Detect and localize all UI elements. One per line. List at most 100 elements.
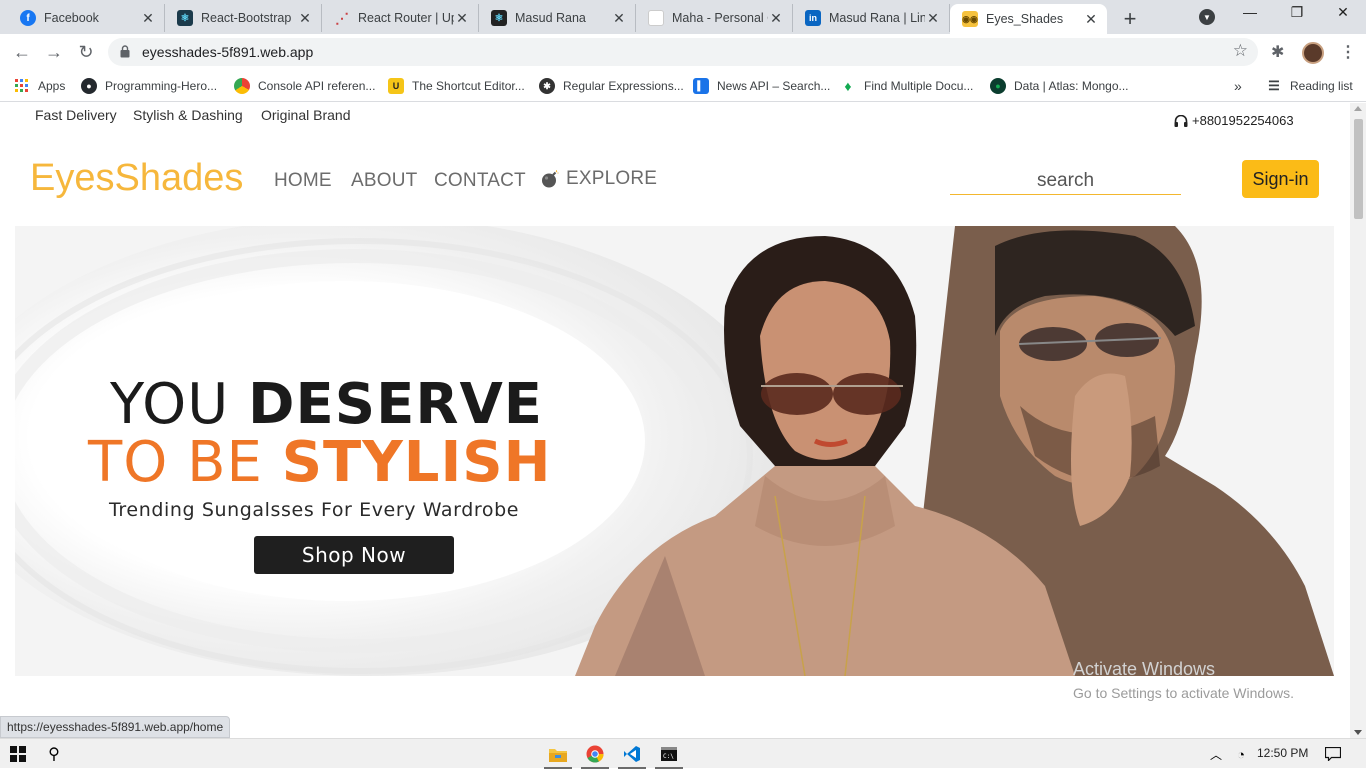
bomb-icon — [542, 170, 559, 188]
new-tab-icon[interactable]: + — [1120, 6, 1140, 32]
chrome-icon — [234, 78, 250, 94]
lock-icon — [120, 45, 130, 58]
bookmark-label: Apps — [38, 79, 66, 93]
tab-title: Masud Rana — [515, 11, 586, 25]
mongodb-leaf-icon: ♦ — [844, 78, 852, 94]
bookmark-label: Regular Expressions... — [563, 79, 684, 93]
nav-contact[interactable]: CONTACT — [434, 170, 526, 192]
address-bar[interactable]: eyesshades-5f891.web.app ☆ — [108, 38, 1258, 66]
status-bar-url: https://eyesshades-5f891.web.app/home — [0, 716, 231, 738]
hero-line1-light: YOU — [110, 372, 249, 437]
nav-explore[interactable]: EXPLORE — [541, 168, 657, 190]
sign-in-button[interactable]: Sign-in — [1242, 160, 1319, 198]
chrome-taskbar-icon[interactable] — [585, 744, 605, 764]
reading-list-icon: ☰ — [1268, 78, 1280, 93]
reload-icon[interactable]: ↻ — [74, 40, 98, 64]
extensions-icon[interactable]: ✱ — [1271, 42, 1284, 62]
forward-icon[interactable]: → — [42, 40, 66, 64]
minimize-icon[interactable]: — — [1240, 4, 1260, 20]
hero-headline-line1: YOU DESERVE — [110, 372, 543, 437]
browser-toolbar: ← → ↻ eyesshades-5f891.web.app ☆ ✱ ⋮ — [0, 34, 1366, 70]
bookmark-console-api[interactable]: Console API referen... — [234, 76, 375, 96]
tab-masud-rana[interactable]: ⚛ Masud Rana ✕ — [479, 4, 636, 32]
scroll-down-icon[interactable] — [1354, 730, 1362, 735]
bookmark-atlas[interactable]: ● Data | Atlas: Mongo... — [990, 76, 1129, 96]
top-link-fast-delivery: Fast Delivery — [35, 107, 117, 123]
tab-search-icon[interactable]: ▼ — [1199, 9, 1215, 25]
bookmark-label: The Shortcut Editor... — [412, 79, 525, 93]
hero-line2-light: TO BE — [88, 430, 282, 495]
windows-start-icon[interactable] — [8, 744, 28, 764]
chevron-up-icon[interactable]: ︿ — [1206, 744, 1226, 764]
tab-facebook[interactable]: f Facebook ✕ — [8, 4, 165, 32]
site-logo[interactable]: EyesShades — [30, 157, 243, 200]
nav-about[interactable]: ABOUT — [351, 170, 417, 192]
shop-now-button[interactable]: Shop Now — [254, 536, 454, 574]
bookmark-label: Console API referen... — [258, 79, 376, 93]
bookmark-regex[interactable]: ✱ Regular Expressions... — [539, 76, 684, 96]
bookmark-label: Programming-Hero... — [105, 79, 218, 93]
hero-line1-bold: DESERVE — [248, 372, 544, 437]
svg-text:C:\: C:\ — [663, 753, 674, 760]
tab-react-bootstrap[interactable]: ⚛ React-Bootstrap ✕ — [165, 4, 322, 32]
regex-icon: ✱ — [539, 78, 555, 94]
menu-kebab-icon[interactable]: ⋮ — [1340, 42, 1356, 62]
activate-windows-title: Activate Windows — [1073, 659, 1216, 679]
react-icon: ⚛ — [491, 10, 507, 26]
tab-react-router[interactable]: ⋰ React Router | Up ✕ — [322, 4, 479, 32]
close-tab-icon[interactable]: ✕ — [1083, 11, 1099, 28]
bookmark-star-icon[interactable]: ☆ — [1233, 41, 1248, 61]
phone-number: +8801952254063 — [1192, 113, 1294, 128]
back-icon[interactable]: ← — [10, 40, 34, 64]
hero-headline-line2: TO BE STYLISH — [88, 430, 552, 495]
top-link-stylish: Stylish & Dashing — [133, 107, 243, 123]
hero-banner: YOU DESERVE TO BE STYLISH Trending Sunga… — [15, 226, 1334, 676]
file-explorer-icon[interactable] — [548, 744, 568, 764]
github-icon: ● — [81, 78, 97, 94]
bookmarks-bar: Apps ● Programming-Hero... Console API r… — [0, 70, 1366, 102]
tab-linkedin[interactable]: in Masud Rana | Link ✕ — [793, 4, 950, 32]
wifi-icon[interactable]: ◔ — [1231, 744, 1251, 764]
bookmark-apps[interactable]: Apps — [14, 76, 65, 96]
reading-list-button[interactable]: ☰ Reading list — [1266, 76, 1353, 96]
vscode-icon[interactable] — [622, 744, 642, 764]
scrollbar-thumb[interactable] — [1354, 119, 1363, 219]
maximize-icon[interactable]: ❐ — [1287, 4, 1307, 21]
close-tab-icon[interactable]: ✕ — [454, 10, 470, 27]
top-link-original-brand: Original Brand — [261, 107, 351, 123]
bookmark-label: Data | Atlas: Mongo... — [1014, 79, 1129, 93]
tab-title: React-Bootstrap — [201, 11, 292, 25]
close-tab-icon[interactable]: ✕ — [611, 10, 627, 27]
page-scrollbar[interactable] — [1350, 103, 1366, 738]
bookmark-find-multiple[interactable]: ♦ Find Multiple Docu... — [840, 76, 973, 96]
notification-icon[interactable] — [1323, 744, 1343, 764]
bookmark-shortcut-editor[interactable]: U The Shortcut Editor... — [388, 76, 525, 96]
taskbar-clock[interactable]: 12:50 PM — [1257, 746, 1308, 760]
search-input[interactable] — [950, 167, 1181, 195]
more-bookmarks-icon[interactable]: » — [1234, 78, 1242, 94]
close-tab-icon[interactable]: ✕ — [297, 10, 313, 27]
atlas-icon: ● — [990, 78, 1006, 94]
search-icon[interactable]: ⚲ — [44, 744, 64, 764]
close-window-icon[interactable]: ✕ — [1333, 4, 1353, 21]
close-tab-icon[interactable]: ✕ — [140, 10, 156, 27]
avatar[interactable] — [1302, 42, 1324, 64]
terminal-icon[interactable]: C:\ — [659, 744, 679, 764]
tab-maha-personal[interactable]: Maha - Personal C ✕ — [636, 4, 793, 32]
bookmark-news-api[interactable]: ▍ News API – Search... — [693, 76, 830, 96]
nav-explore-label: EXPLORE — [566, 168, 658, 189]
blank-page-icon — [648, 10, 664, 26]
nav-home[interactable]: HOME — [274, 170, 332, 192]
activate-windows-subtitle: Go to Settings to activate Windows. — [1073, 685, 1294, 701]
bookmark-programming-hero[interactable]: ● Programming-Hero... — [81, 76, 217, 96]
tab-title: Masud Rana | Link — [829, 11, 925, 25]
u-icon: U — [388, 78, 404, 94]
news-icon: ▍ — [693, 78, 709, 94]
close-tab-icon[interactable]: ✕ — [768, 10, 784, 27]
scroll-up-icon[interactable] — [1354, 106, 1362, 111]
windows-taskbar: ⚲ C:\ ︿ ◔ 12:50 PM — [0, 738, 1366, 769]
browser-tab-strip: f Facebook ✕ ⚛ React-Bootstrap ✕ ⋰ React… — [0, 0, 1366, 34]
close-tab-icon[interactable]: ✕ — [925, 10, 941, 27]
tab-eyes-shades[interactable]: ◉◉ Eyes_Shades ✕ — [950, 4, 1107, 34]
tab-title: Maha - Personal C — [672, 11, 768, 25]
